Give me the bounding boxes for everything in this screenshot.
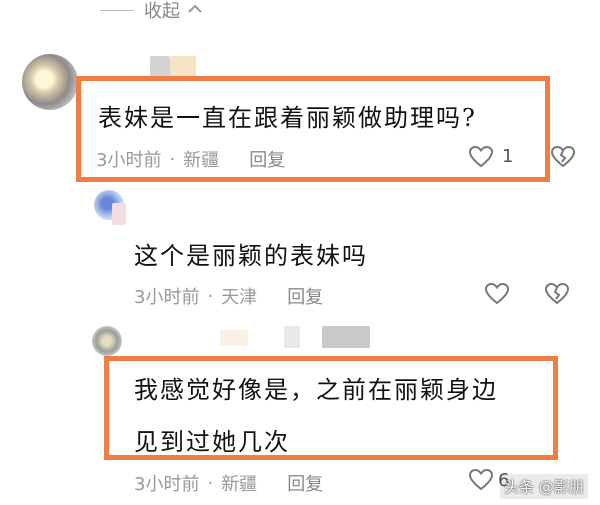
heart-icon[interactable]: [468, 145, 494, 169]
reply-button[interactable]: 回复: [287, 283, 323, 309]
username-blurred: [284, 326, 300, 348]
comment-location: 天津: [221, 287, 258, 308]
like-count: 1: [502, 146, 514, 167]
username-blurred: [112, 203, 126, 225]
username-blurred: [150, 56, 170, 78]
meta-separator: ·: [169, 148, 176, 170]
comment-location: 新疆: [221, 474, 258, 495]
comment-time: 3小时前: [134, 474, 200, 495]
heart-icon[interactable]: [484, 282, 510, 306]
broken-heart-icon[interactable]: [550, 145, 576, 169]
username-blurred: [170, 56, 196, 78]
comment-text: 这个是丽颖的表妹吗: [134, 242, 368, 270]
collapse-toggle[interactable]: 收起: [100, 0, 202, 22]
comment-meta: 3小时前 · 天津 回复: [134, 283, 323, 309]
comment-text-line: 我感觉好像是，之前在丽颖身边: [134, 376, 498, 404]
reply-button[interactable]: 回复: [287, 470, 323, 496]
avatar[interactable]: [22, 54, 78, 110]
watermark: 头条 @影朋: [500, 474, 588, 499]
comment-time: 3小时前: [134, 287, 200, 308]
comment-meta: 3小时前 · 新疆 回复: [96, 146, 285, 172]
chevron-up-icon: [188, 2, 202, 18]
comment-meta: 3小时前 · 新疆 回复: [134, 470, 323, 496]
divider-line: [100, 9, 134, 11]
reply-button[interactable]: 回复: [249, 146, 285, 172]
meta-separator: ·: [207, 285, 214, 307]
username-blurred: [322, 326, 370, 348]
comment-text: 表妹是一直在跟着丽颖做助理吗?: [98, 104, 477, 132]
comment-time: 3小时前: [96, 150, 162, 171]
avatar[interactable]: [92, 326, 122, 356]
comment-location: 新疆: [183, 150, 220, 171]
comment-text-line: 见到过她几次: [134, 428, 290, 456]
username-blurred: [220, 330, 248, 346]
broken-heart-icon[interactable]: [544, 282, 570, 306]
heart-icon[interactable]: [468, 468, 494, 492]
collapse-label: 收起: [144, 1, 180, 22]
meta-separator: ·: [207, 472, 214, 494]
